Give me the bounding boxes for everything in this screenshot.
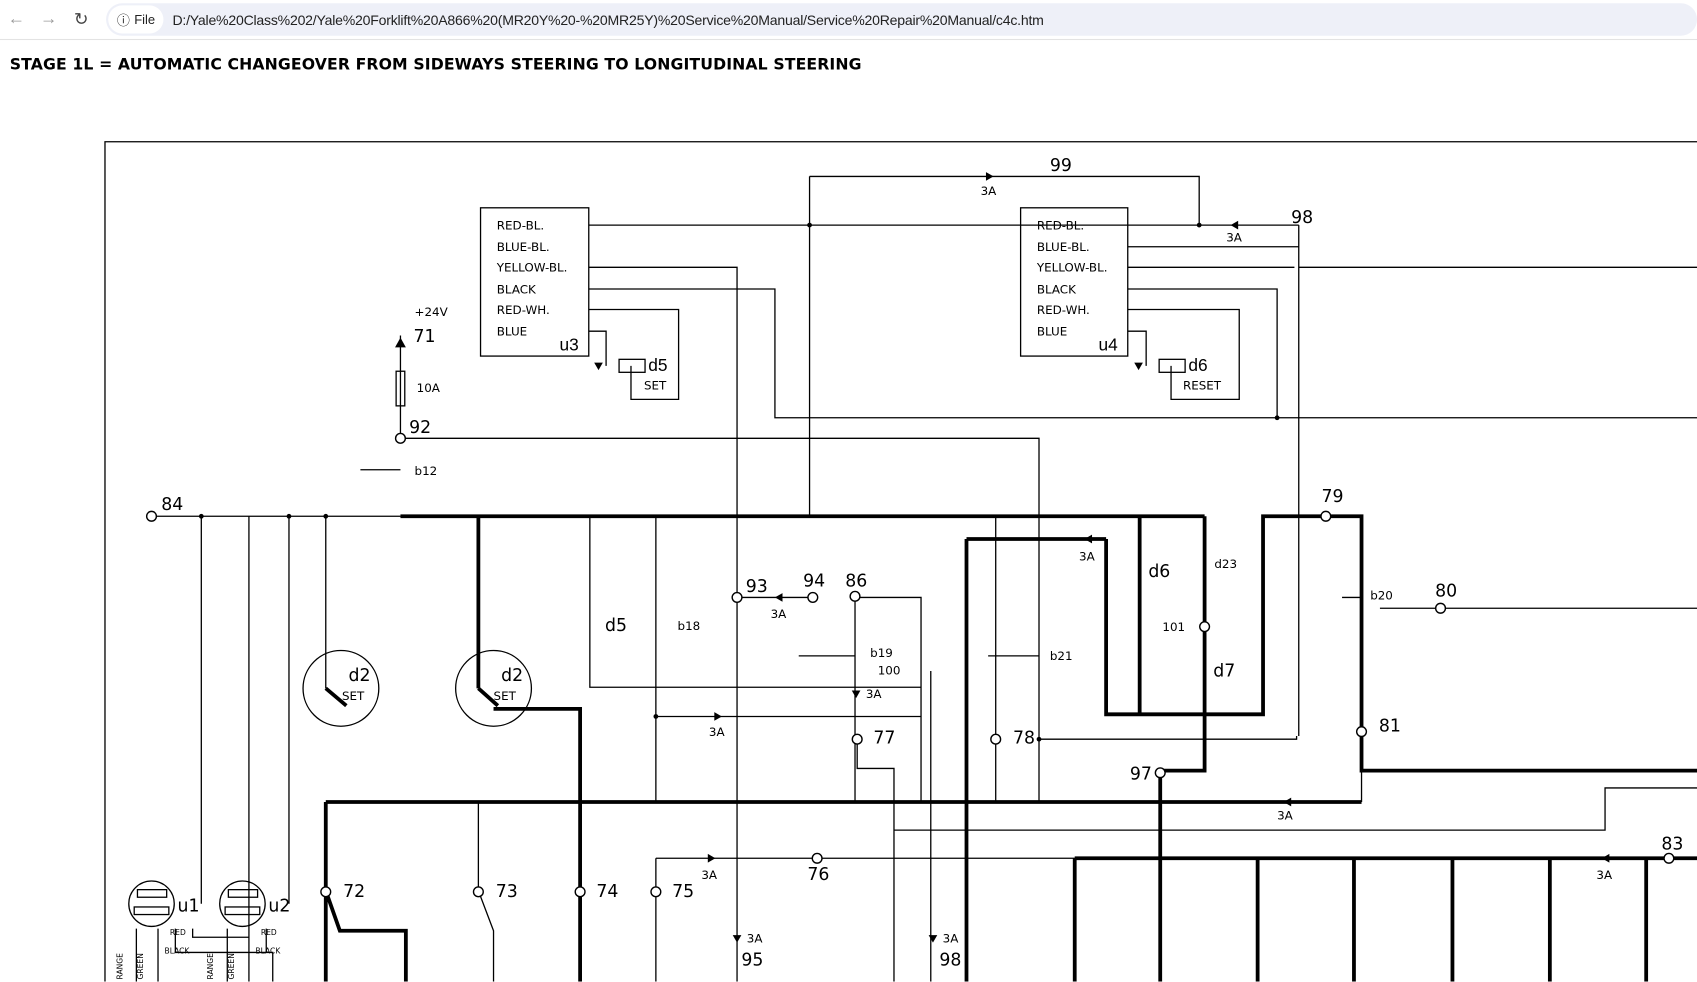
wiring-diagram: RED-BL. BLUE-BL. YELLOW-BL. BLACK RED-WH. BLU… — [104, 141, 1697, 982]
diagram-label: 92 — [409, 418, 431, 438]
diagram-label: 86 — [845, 572, 867, 592]
diagram-label: 100 — [878, 663, 901, 677]
module-u3-labels: RED-BL. BLUE-BL. YELLOW-BL. BLACK RED-WH. BLU… — [496, 218, 668, 392]
diagram-label: BLACK — [497, 282, 537, 296]
relay-coil-d6 — [1158, 358, 1186, 373]
diagram-label: 3A — [1226, 230, 1243, 244]
diagram-label: RANGE — [206, 953, 215, 980]
diagram-label: 76 — [807, 865, 829, 885]
diagram-label: BLUE — [1037, 325, 1067, 339]
diagram-label: 81 — [1379, 717, 1401, 737]
diagram-label: 73 — [496, 882, 518, 902]
diagram-label: b21 — [1050, 649, 1073, 663]
diagram-label: b20 — [1370, 589, 1393, 603]
diagram-label: BLACK — [165, 947, 191, 956]
diagram-label: BLACK — [1037, 282, 1077, 296]
diode-icons — [594, 172, 1610, 943]
diagram-label: d6 — [1148, 562, 1170, 582]
diagram-label: 75 — [672, 882, 694, 902]
diagram-label: BLUE-BL. — [1037, 240, 1090, 254]
diagram-label: 3A — [1277, 808, 1294, 822]
diagram-label: 78 — [1013, 729, 1035, 749]
diagram-label: d2 — [501, 666, 523, 686]
diagram-label: RED-BL. — [497, 218, 544, 232]
module-u4-labels: RED-BL. BLUE-BL. YELLOW-BL. BLACK RED-WH. BLU… — [1036, 218, 1222, 392]
diagram-label: d6 — [1188, 355, 1207, 375]
diagram-label: d5 — [648, 355, 667, 375]
diagram-label: RED-BL. — [1037, 218, 1084, 232]
diagram-label: 3A — [747, 932, 764, 946]
diagram-label: b12 — [415, 464, 438, 478]
diagram-label: RED-WH. — [1037, 303, 1090, 317]
diagram-label: 3A — [709, 725, 726, 739]
diagram-label: 77 — [873, 729, 895, 749]
diagram-label: 101 — [1162, 620, 1185, 634]
diagram-label: YELLOW-BL. — [496, 261, 568, 275]
diagram-label: BLUE-BL. — [497, 240, 550, 254]
diagram-label: 10A — [417, 381, 441, 395]
relay-coil-d5 — [618, 358, 646, 373]
diagram-label: GREEN — [227, 953, 236, 979]
diagram-label: BLUE — [497, 325, 527, 339]
diagram-label: u1 — [177, 896, 199, 916]
diagram-label: RED — [170, 928, 186, 937]
diagram-label: u3 — [560, 335, 579, 355]
diagram-label: GREEN — [136, 953, 145, 979]
connector-boxes — [128, 207, 1186, 928]
relay-d2-a — [302, 649, 380, 727]
diagram-label: 74 — [596, 882, 618, 902]
diagram-label: 93 — [746, 577, 768, 597]
sensor-u1 — [128, 880, 175, 928]
diagram-label: 80 — [1435, 581, 1457, 601]
diagram-label: 95 — [741, 950, 763, 970]
diagram-label: d2 — [349, 666, 371, 686]
diagram-label: u4 — [1099, 335, 1119, 355]
diagram-label: u2 — [268, 896, 290, 916]
diagram-label: 3A — [943, 932, 960, 946]
diagram-label: 79 — [1321, 487, 1343, 507]
diagram-label: 3A — [1596, 868, 1613, 882]
diagram-label: 3A — [1079, 550, 1096, 564]
thick-wires — [323, 514, 1697, 982]
thin-wires — [135, 175, 1697, 982]
diagram-label: 83 — [1661, 835, 1683, 855]
diagram-label: RESET — [1183, 379, 1222, 393]
nodes — [145, 222, 1675, 898]
diagram-label: YELLOW-BL. — [1036, 261, 1108, 275]
diagram-label: b19 — [870, 646, 893, 660]
diagram-label: +24V — [415, 305, 449, 319]
diagram-label: 71 — [413, 327, 435, 347]
diagram-label: d23 — [1214, 557, 1237, 571]
diagram-label: 3A — [866, 687, 883, 701]
diagram-label: BLACK — [255, 947, 281, 956]
diagram-label: RED — [261, 928, 277, 937]
diagram-labels: 99 3A 98 3A +24V 71 10A 92 b12 84 d2 SET d2 SET d5 b… — [115, 156, 1683, 979]
diagram-label: b18 — [678, 619, 701, 633]
diagram-label: d7 — [1213, 661, 1235, 681]
diagram-label: RED-WH. — [497, 303, 550, 317]
diagram-label: 97 — [1130, 764, 1152, 784]
diagram-label: 94 — [803, 572, 825, 592]
diagram-label: 84 — [161, 495, 183, 515]
diagram-label: 72 — [343, 882, 365, 902]
diagram-label: RANGE — [115, 953, 124, 980]
sensor-u2 — [219, 880, 266, 928]
diagram-label: d5 — [605, 616, 627, 636]
diagram-label: SET — [342, 689, 365, 703]
diagram-label: SET — [494, 689, 517, 703]
diagram-label: 98 — [1291, 208, 1313, 228]
diagram-label: 98 — [939, 950, 961, 970]
diagram-label: 99 — [1050, 156, 1072, 176]
diagram-label: 3A — [771, 607, 788, 621]
diagram-label: 3A — [981, 184, 998, 198]
diagram-label: 3A — [701, 868, 718, 882]
diagram-label: SET — [644, 379, 667, 393]
